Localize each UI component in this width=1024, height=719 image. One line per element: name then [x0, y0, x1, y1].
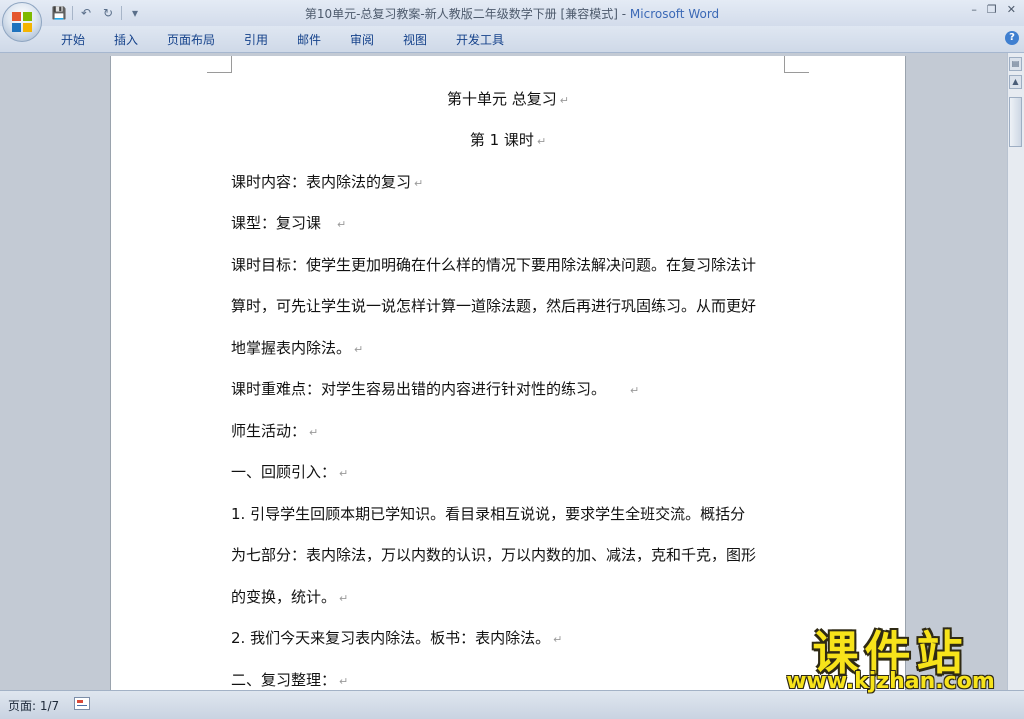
margin-corner-mark — [784, 56, 809, 73]
paragraph-line: 地掌握表内除法。 ↵ — [231, 339, 364, 357]
page-indicator[interactable]: 页面: 1/7 — [8, 697, 59, 714]
tab-developer[interactable]: 开发工具 — [456, 31, 504, 48]
paragraph-line: 课型：复习课 ↵ — [231, 214, 347, 232]
vertical-scrollbar[interactable]: ▤ ▲ — [1007, 53, 1024, 690]
tab-review[interactable]: 审阅 — [350, 31, 374, 48]
help-icon[interactable]: ? — [1005, 31, 1019, 45]
tab-references[interactable]: 引用 — [244, 31, 268, 48]
window-controls: – ❐ ✕ — [971, 3, 1016, 16]
paragraph-line: 师生活动： ↵ — [231, 422, 319, 440]
scroll-up-icon[interactable]: ▲ — [1009, 75, 1022, 89]
paragraph-line: 的变换，统计。 ↵ — [231, 588, 349, 606]
minimize-button[interactable]: – — [971, 3, 977, 16]
paragraph-line: 课时内容：表内除法的复习 ↵ — [231, 173, 424, 191]
ruler-toggle-icon[interactable]: ▤ — [1009, 57, 1022, 71]
paragraph-line: 1. 引导学生回顾本期已学知识。看目录相互说说，要求学生全班交流。概括分 — [231, 505, 746, 523]
tab-mailings[interactable]: 邮件 — [297, 31, 321, 48]
ribbon-tab-bar: 开始 插入 页面布局 引用 邮件 审阅 视图 开发工具 ? — [0, 26, 1024, 53]
tab-page-layout[interactable]: 页面布局 — [167, 31, 215, 48]
tab-view[interactable]: 视图 — [403, 31, 427, 48]
heading-unit: 第十单元 总复习 ↵ — [447, 90, 569, 108]
paragraph-line: 二、复习整理： ↵ — [231, 671, 349, 689]
tab-insert[interactable]: 插入 — [114, 31, 138, 48]
restore-button[interactable]: ❐ — [987, 3, 997, 16]
document-page[interactable]: 第十单元 总复习 ↵ 第 1 课时 ↵ 课时内容：表内除法的复习 ↵ 课型：复习课 ↵ … — [110, 56, 906, 690]
watermark-url: www.kjzhan.com — [786, 669, 995, 694]
office-logo-icon — [12, 12, 32, 32]
window-title: 第10单元-总复习教案-新人教版二年级数学下册 [兼容模式] - Microso… — [0, 5, 1024, 22]
title-separator: - — [617, 7, 630, 21]
paragraph-line: 2. 我们今天来复习表内除法。板书：表内除法。 ↵ — [231, 629, 563, 647]
paragraph-line: 课时重难点：对学生容易出错的内容进行针对性的练习。 ↵ — [231, 380, 640, 398]
heading-lesson: 第 1 课时 ↵ — [469, 131, 547, 149]
office-button[interactable] — [2, 2, 42, 42]
scroll-thumb[interactable] — [1009, 97, 1022, 147]
paragraph-line: 课时目标：使学生更加明确在什么样的情况下要用除法解决问题。在复习除法计 — [231, 256, 757, 274]
document-title: 第10单元-总复习教案-新人教版二年级数学下册 [兼容模式] — [304, 7, 618, 21]
watermark-logo: 课件站 www.kjzhan.com — [773, 617, 1008, 695]
paragraph-line: 一、回顾引入： ↵ — [231, 463, 349, 481]
title-bar: 💾 ↶ ↻ ▾ 第10单元-总复习教案-新人教版二年级数学下册 [兼容模式] -… — [0, 0, 1024, 26]
paragraph-line: 为七部分：表内除法，万以内数的认识，万以内数的加、减法，克和千克，图形 — [231, 546, 757, 564]
margin-corner-mark — [207, 56, 232, 73]
tab-home[interactable]: 开始 — [61, 31, 85, 48]
app-name: Microsoft Word — [629, 7, 720, 21]
paragraph-line: 算时，可先让学生说一说怎样计算一道除法题，然后再进行巩固练习。从而更好 — [231, 297, 757, 315]
close-button[interactable]: ✕ — [1007, 3, 1016, 16]
proofing-icon[interactable] — [74, 697, 90, 710]
document-workspace: 第十单元 总复习 ↵ 第 1 课时 ↵ 课时内容：表内除法的复习 ↵ 课型：复习课 ↵ … — [0, 53, 1008, 690]
